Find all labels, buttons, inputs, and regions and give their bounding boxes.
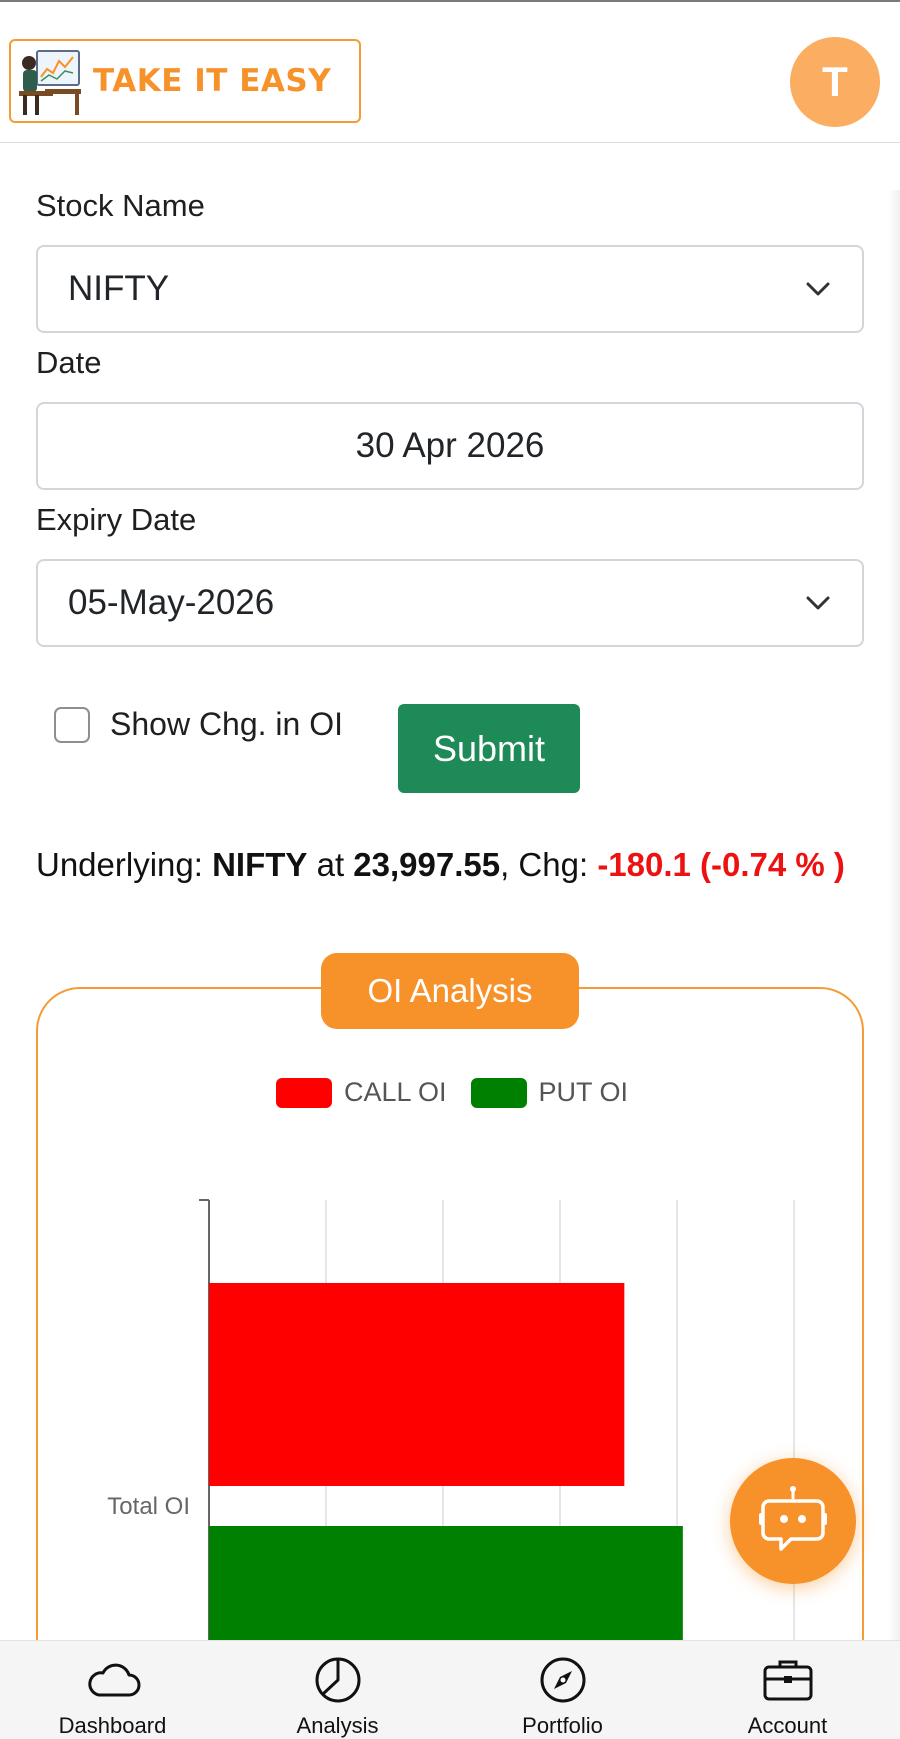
chevron-down-icon [806, 596, 830, 610]
nav-dashboard[interactable]: Dashboard [0, 1641, 225, 1739]
briefcase-icon [763, 1660, 812, 1701]
expiry-date-label: Expiry Date [36, 502, 197, 537]
user-avatar[interactable]: T [790, 37, 880, 127]
legend-label-call: CALL OI [344, 1077, 447, 1107]
nav-account-label: Account [747, 1713, 828, 1738]
underlying-symbol: NIFTY [212, 846, 308, 883]
nav-portfolio-label: Portfolio [522, 1713, 603, 1738]
legend-swatch-put [470, 1077, 527, 1108]
show-chg-oi-row: Show Chg. in OI [54, 706, 343, 743]
underlying-prefix: Underlying: [36, 846, 213, 883]
stock-name-label: Stock Name [36, 188, 205, 223]
compass-icon [540, 1657, 585, 1703]
show-chg-oi-label[interactable]: Show Chg. in OI [110, 706, 343, 743]
bottom-nav: Dashboard Analysis Portfolio Account [0, 1640, 900, 1739]
nav-account[interactable]: Account [675, 1641, 900, 1739]
app-header: TAKE IT EASY T [0, 2, 900, 143]
legend-swatch-call [276, 1077, 332, 1108]
expiry-date-value: 05-May-2026 [68, 583, 275, 622]
submit-button[interactable]: Submit [398, 704, 580, 793]
stock-name-select[interactable]: NIFTY [36, 245, 864, 333]
date-input[interactable]: 30 Apr 2026 [36, 402, 864, 490]
logo-text: TAKE IT EASY [93, 63, 332, 99]
nav-portfolio[interactable]: Portfolio [450, 1641, 675, 1739]
underlying-change: -180.1 (-0.74 % ) [597, 846, 845, 883]
legend-label-put: PUT OI [538, 1077, 629, 1107]
pie-chart-icon [315, 1657, 360, 1703]
logo-illustration-icon [19, 50, 81, 115]
show-chg-oi-checkbox[interactable] [54, 706, 90, 743]
chatbot-button[interactable] [730, 1458, 856, 1584]
scroll-edge-shadow [888, 190, 900, 1640]
nav-analysis[interactable]: Analysis [225, 1641, 450, 1739]
nav-analysis-label: Analysis [296, 1713, 379, 1738]
chart-legend: CALL OI PUT OI [276, 1077, 652, 1108]
underlying-at: at [307, 846, 354, 883]
app-logo[interactable]: TAKE IT EASY [9, 39, 361, 123]
date-value: 30 Apr 2026 [355, 426, 545, 465]
nav-dashboard-label: Dashboard [58, 1713, 167, 1738]
legend-item-put-oi[interactable]: PUT OI [470, 1077, 629, 1108]
robot-chat-icon [759, 1486, 827, 1551]
cloud-icon [87, 1663, 140, 1697]
underlying-chg-label: , Chg: [500, 846, 598, 883]
stock-name-value: NIFTY [68, 269, 170, 308]
underlying-summary: Underlying: NIFTY at 23,997.55, Chg: -18… [36, 836, 866, 894]
underlying-price: 23,997.55 [353, 846, 501, 883]
chevron-down-icon [806, 282, 830, 296]
date-label: Date [36, 345, 102, 380]
oi-analysis-title: OI Analysis [321, 953, 579, 1029]
legend-item-call-oi[interactable]: CALL OI [276, 1077, 447, 1108]
expiry-date-select[interactable]: 05-May-2026 [36, 559, 864, 647]
